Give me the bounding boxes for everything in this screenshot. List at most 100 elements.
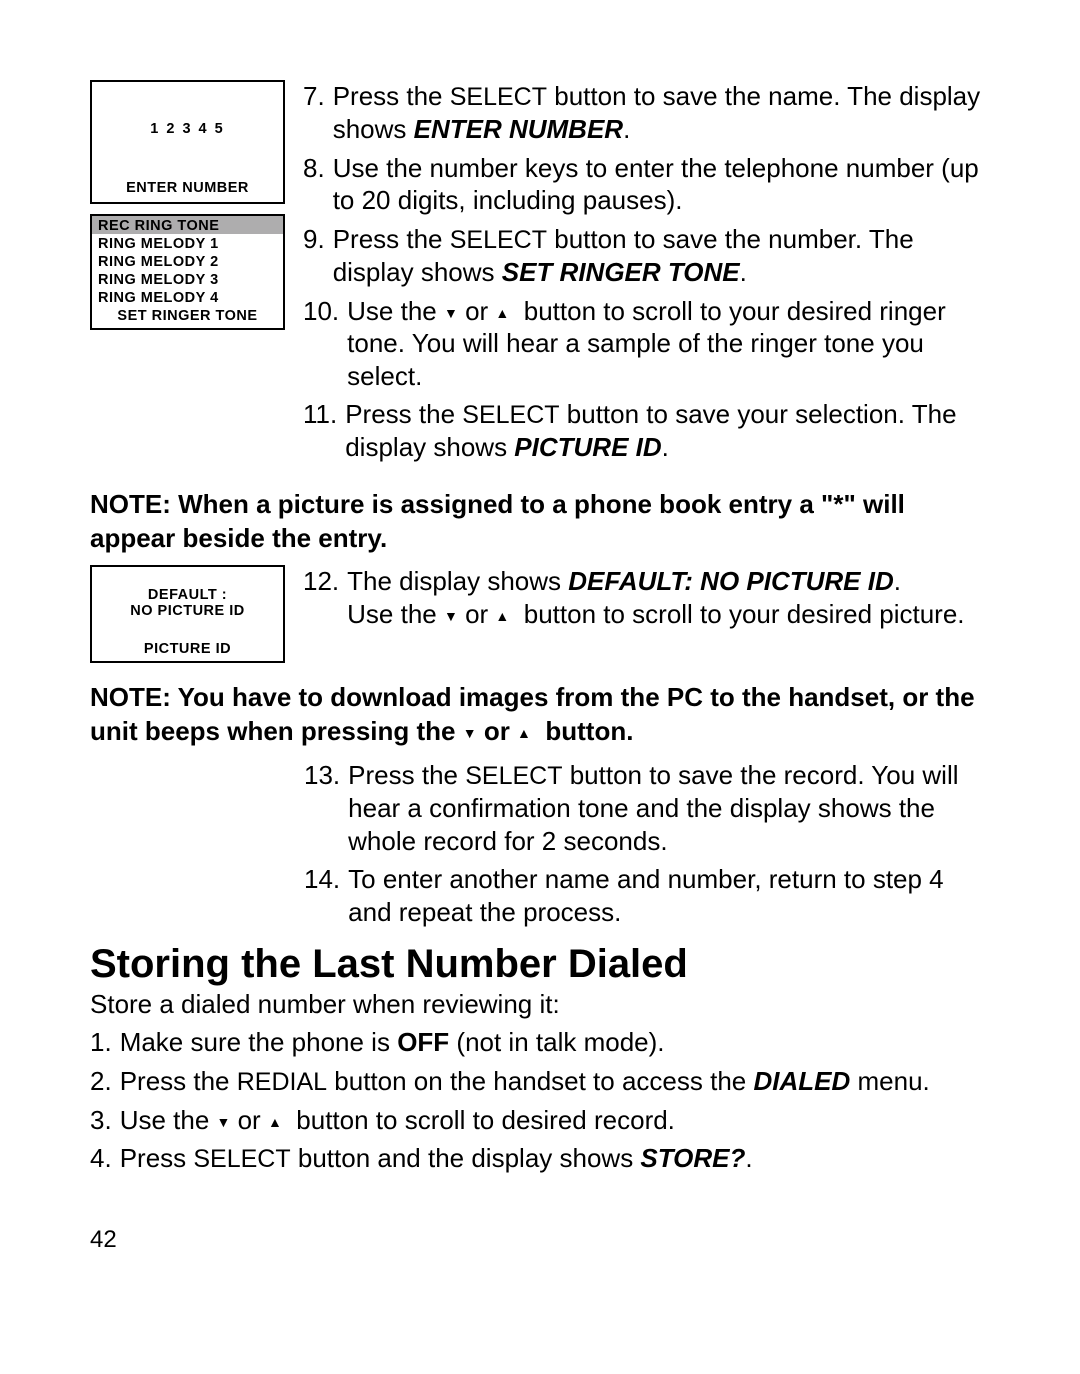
step-num: 1. [90, 1026, 112, 1059]
down-arrow-icon: ▼ [463, 724, 477, 742]
text: button and the display shows [291, 1143, 641, 1173]
lcd-enter-number: 1 2 3 4 5 ENTER NUMBER [90, 80, 285, 204]
lcd-footer: SET RINGER TONE [92, 306, 283, 328]
step-num: 9. [303, 223, 325, 289]
text: Press the [348, 760, 465, 790]
step-7: 7. Press the SELECT button to save the n… [303, 80, 990, 146]
text: Use the [120, 1105, 217, 1135]
up-arrow-icon: ▲ [495, 608, 509, 626]
store-step-1: 1. Make sure the phone is OFF (not in ta… [90, 1026, 990, 1059]
step-num: 12. [303, 565, 339, 630]
step-num: 7. [303, 80, 325, 146]
down-arrow-icon: ▼ [217, 1114, 231, 1132]
display-keyword: ENTER NUMBER [414, 114, 623, 144]
button-name: SELECT [462, 401, 559, 429]
down-arrow-icon: ▼ [444, 305, 458, 323]
lcd-footer: ENTER NUMBER [92, 176, 283, 202]
up-arrow-icon: ▲ [495, 305, 509, 323]
up-arrow-icon: ▲ [517, 724, 531, 742]
step-num: 13. [304, 759, 340, 857]
text: button to scroll to desired record. [289, 1105, 675, 1135]
display-keyword: SET RINGER TONE [502, 257, 740, 287]
step-text: To enter another name and number, return… [348, 863, 990, 928]
step-10: 10. Use the ▼ or ▲ button to scroll to y… [303, 295, 990, 393]
lcd-digits: 1 2 3 4 5 [150, 121, 224, 137]
left-column: 1 2 3 4 5 ENTER NUMBER REC RING TONE RIN… [90, 80, 285, 330]
button-name: SELECT [450, 83, 547, 111]
row-screens-and-steps: 1 2 3 4 5 ENTER NUMBER REC RING TONE RIN… [90, 80, 990, 470]
steps-storing: 1. Make sure the phone is OFF (not in ta… [90, 1026, 990, 1176]
list-item: RING MELODY 3 [92, 270, 283, 288]
note-download-images: NOTE: You have to download images from t… [90, 681, 990, 749]
step-14: 14. To enter another name and number, re… [304, 863, 990, 928]
store-step-3: 3. Use the ▼ or ▲ button to scroll to de… [90, 1104, 990, 1137]
store-step-4: 4. Press SELECT button and the display s… [90, 1142, 990, 1175]
step-num: 14. [304, 863, 340, 928]
left-column: DEFAULT : NO PICTURE ID PICTURE ID [90, 565, 285, 663]
text: NOTE: You have to download images from t… [90, 682, 975, 746]
step-num: 2. [90, 1065, 112, 1098]
page-number: 42 [90, 1226, 990, 1254]
text: Make sure the phone is [120, 1027, 398, 1057]
lcd-content: DEFAULT : NO PICTURE ID [92, 567, 283, 639]
text: button on the handset to access the [327, 1066, 753, 1096]
step-text: Press the SELECT button to save the numb… [333, 223, 990, 289]
down-arrow-icon: ▼ [444, 608, 458, 626]
text: Press the [345, 399, 462, 429]
text: . [745, 1143, 752, 1173]
button-name: SELECT [465, 762, 562, 790]
text: Press the [120, 1066, 237, 1096]
note-picture-asterisk: NOTE: When a picture is assigned to a ph… [90, 488, 990, 556]
lcd-set-ringer-tone: REC RING TONE RING MELODY 1 RING MELODY … [90, 214, 285, 330]
lcd-line: DEFAULT : [148, 587, 227, 603]
step-num: 10. [303, 295, 339, 393]
lcd-footer: PICTURE ID [92, 639, 283, 661]
step-text: Press SELECT button and the display show… [120, 1142, 990, 1175]
display-keyword: STORE? [640, 1143, 745, 1173]
text: Press the [333, 224, 450, 254]
display-keyword: DEFAULT: NO PICTURE ID [568, 566, 893, 596]
section-intro: Store a dialed number when reviewing it: [90, 989, 990, 1020]
text: . [894, 566, 901, 596]
lcd-line: NO PICTURE ID [130, 603, 244, 619]
step-text: Use the ▼ or ▲ button to scroll to desir… [120, 1104, 990, 1137]
text: The display shows [347, 566, 568, 596]
step-num: 4. [90, 1142, 112, 1175]
row-screen3-step12: DEFAULT : NO PICTURE ID PICTURE ID 12. T… [90, 565, 990, 663]
step-text: Use the number keys to enter the telepho… [333, 152, 990, 217]
text: . [740, 257, 747, 287]
display-keyword: PICTURE ID [514, 432, 661, 462]
step-text: Make sure the phone is OFF (not in talk … [120, 1026, 990, 1059]
lcd-content: 1 2 3 4 5 [92, 82, 283, 176]
text: Use the [347, 296, 444, 326]
step-8: 8. Use the number keys to enter the tele… [303, 152, 990, 217]
steps-13-14: 13. Press the SELECT button to save the … [90, 759, 990, 928]
step-num: 3. [90, 1104, 112, 1137]
step-text: Press the SELECT button to save the reco… [348, 759, 990, 857]
keyword: OFF [397, 1027, 449, 1057]
text: or [230, 1105, 268, 1135]
text: or [477, 716, 517, 746]
list-item: RING MELODY 2 [92, 252, 283, 270]
text: menu. [850, 1066, 930, 1096]
button-name: SELECT [450, 226, 547, 254]
display-keyword: DIALED [753, 1066, 850, 1096]
text: button. [538, 716, 633, 746]
step-num: 11. [303, 398, 337, 464]
step-text: Press the SELECT button to save the name… [333, 80, 990, 146]
text: Use the [347, 599, 444, 629]
button-name: SELECT [193, 1145, 290, 1173]
text: Press [120, 1143, 194, 1173]
step-13: 13. Press the SELECT button to save the … [304, 759, 990, 857]
step-text: Press the REDIAL button on the handset t… [120, 1065, 990, 1098]
lcd-picture-id: DEFAULT : NO PICTURE ID PICTURE ID [90, 565, 285, 663]
text: . [662, 432, 669, 462]
text: (not in talk mode). [449, 1027, 664, 1057]
text: or [458, 599, 496, 629]
text: . [623, 114, 630, 144]
button-name: REDIAL [237, 1068, 327, 1096]
step-11: 11. Press the SELECT button to save your… [303, 398, 990, 464]
list-item: RING MELODY 1 [92, 234, 283, 252]
store-step-2: 2. Press the REDIAL button on the handse… [90, 1065, 990, 1098]
step-9: 9. Press the SELECT button to save the n… [303, 223, 990, 289]
